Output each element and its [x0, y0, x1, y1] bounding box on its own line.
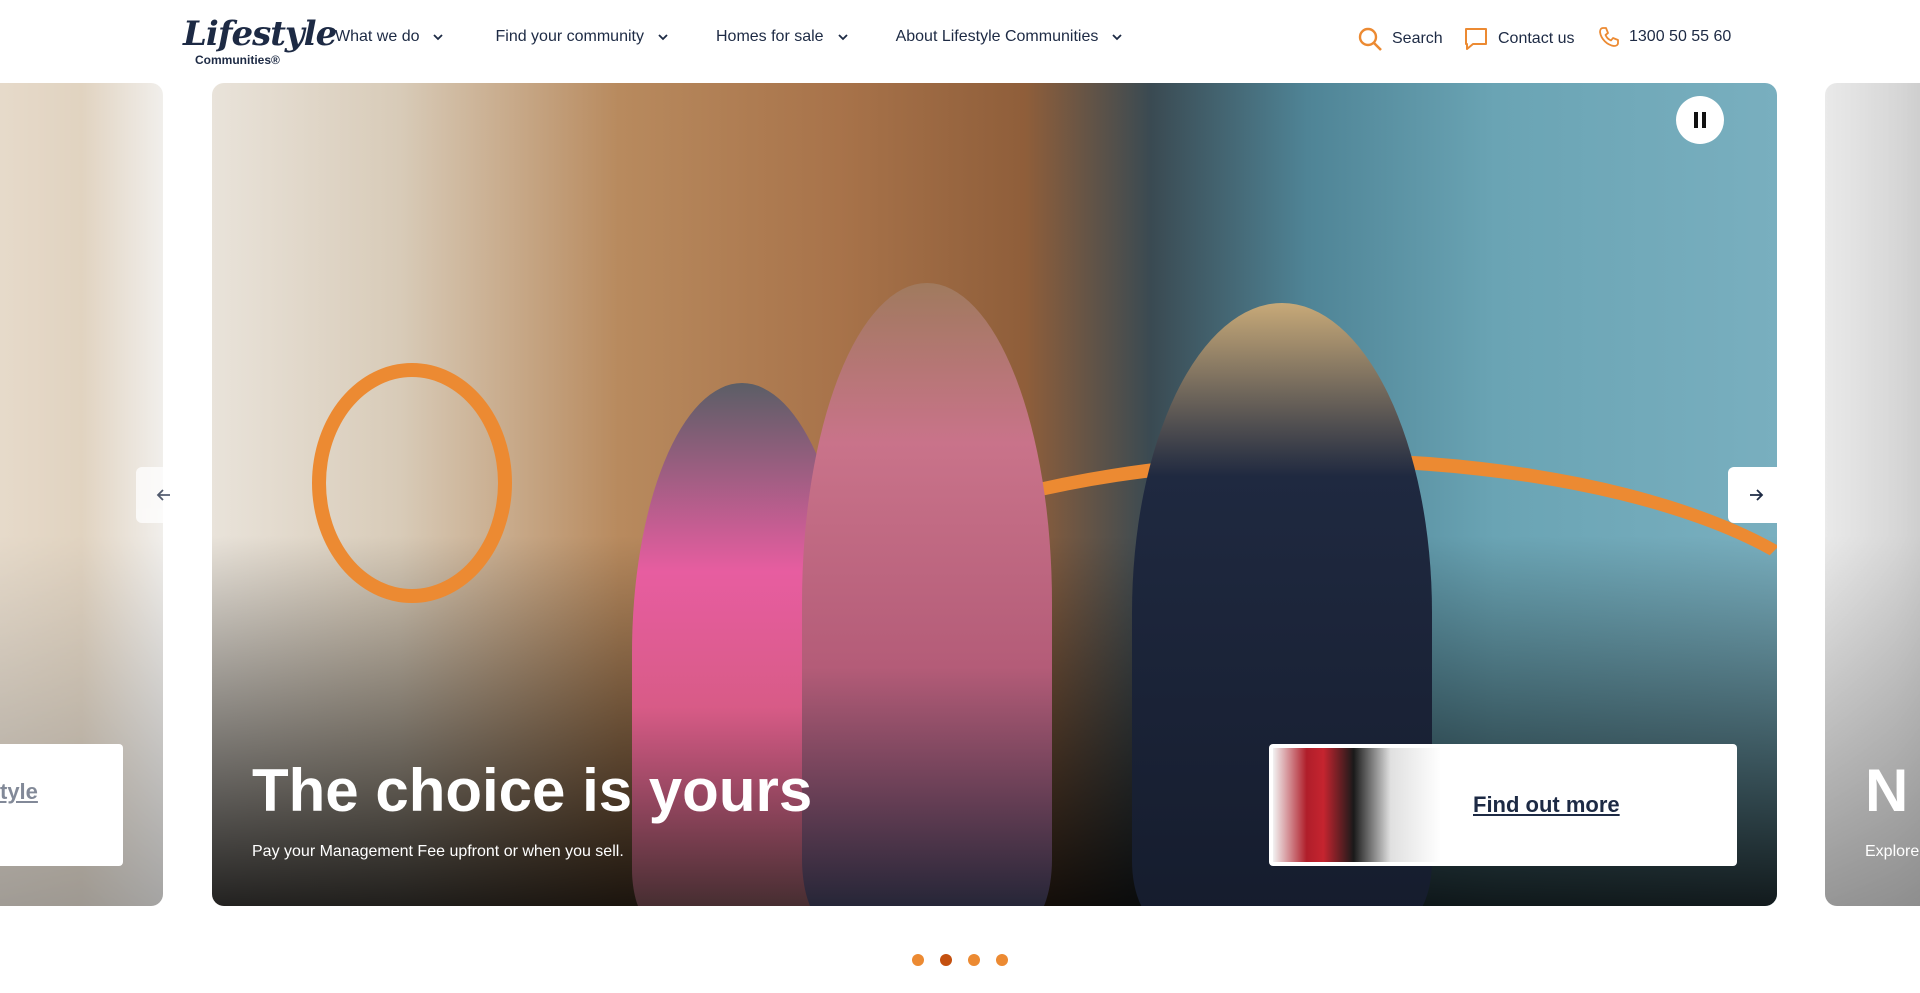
chevron-down-icon — [658, 34, 668, 41]
chevron-down-icon — [837, 34, 848, 41]
ribbon-graphic — [312, 363, 512, 603]
search-link[interactable]: Search — [1357, 26, 1443, 52]
slide-cta-link[interactable]: tyle — [0, 779, 38, 805]
arrow-left-icon — [156, 489, 170, 501]
chevron-down-icon — [1112, 34, 1122, 41]
cta-thumbnail-image — [1273, 748, 1441, 862]
pause-icon — [1702, 112, 1706, 128]
contact-link[interactable]: Contact us — [1463, 26, 1574, 52]
carousel-next-button[interactable] — [1728, 467, 1784, 523]
nav-label: Homes for sale — [715, 28, 824, 45]
search-icon — [1358, 27, 1382, 51]
logo-subtitle: Communities® — [195, 53, 280, 67]
search-label: Search — [1392, 30, 1443, 47]
nav-item-about[interactable]: About Lifestyle Communities — [896, 28, 1125, 46]
slide-cta-card[interactable] — [0, 744, 123, 866]
carousel-dot-1[interactable] — [912, 954, 924, 966]
find-out-more-link[interactable]: Find out more — [1473, 792, 1620, 818]
logo-wordmark: Lifestyle — [183, 14, 337, 54]
contact-label: Contact us — [1498, 30, 1575, 47]
pause-button[interactable] — [1676, 96, 1724, 144]
slide-subtitle: Explore — [1865, 843, 1920, 860]
slide-cta-card[interactable]: Find out more — [1269, 744, 1737, 866]
chat-bubble-icon — [1465, 28, 1487, 50]
phone-link[interactable]: 1300 50 55 60 — [1598, 26, 1731, 48]
lifestyle-logo[interactable]: Lifestyle Communities® — [183, 14, 337, 70]
carousel-slide-active: The choice is yours Pay your Management … — [212, 83, 1777, 906]
nav-item-homes-for-sale[interactable]: Homes for sale — [716, 28, 850, 46]
arrow-right-icon — [1750, 489, 1764, 501]
slide-title: The choice is yours — [252, 757, 813, 824]
nav-label: What we do — [335, 28, 420, 45]
pause-icon — [1694, 112, 1698, 128]
carousel-dot-4[interactable] — [996, 954, 1008, 966]
main-nav: What we do Find your community Homes for… — [335, 28, 1124, 46]
carousel-prev-button[interactable] — [136, 467, 192, 523]
chevron-down-icon — [433, 34, 444, 41]
carousel-pagination — [912, 954, 1008, 966]
nav-item-find-your-community[interactable]: Find your community — [495, 28, 670, 46]
slide-subtitle: Pay your Management Fee upfront or when … — [252, 843, 624, 860]
carousel-dot-3[interactable] — [968, 954, 980, 966]
site-header: Lifestyle Communities® What we do Find y… — [0, 0, 1920, 82]
carousel-slide-next[interactable]: N Explore — [1825, 83, 1920, 906]
carousel-dot-2[interactable] — [940, 954, 952, 966]
phone-icon — [1599, 27, 1619, 47]
nav-label: Find your community — [495, 28, 644, 45]
slide-title: N — [1865, 757, 1909, 824]
phone-number: 1300 50 55 60 — [1629, 28, 1732, 45]
nav-label: About Lifestyle Communities — [895, 28, 1099, 45]
nav-item-what-we-do[interactable]: What we do — [335, 28, 445, 46]
person-figure — [802, 283, 1052, 906]
